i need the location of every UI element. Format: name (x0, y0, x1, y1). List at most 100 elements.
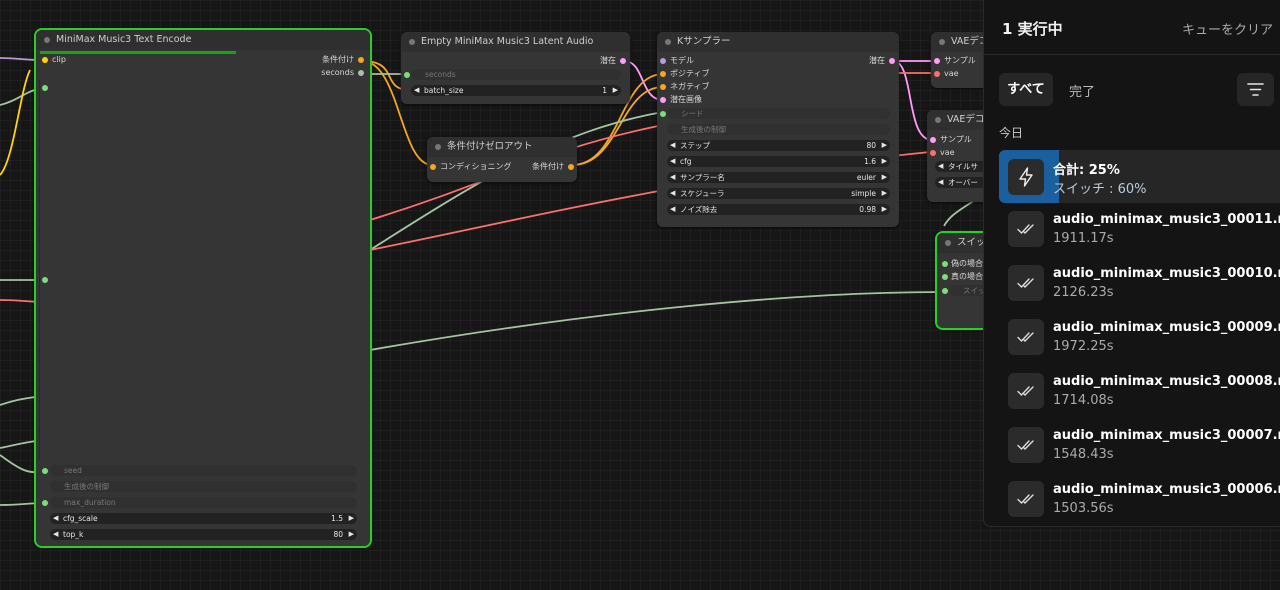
seed-widget[interactable]: seed (50, 465, 357, 476)
on-false-input-pin[interactable] (942, 261, 948, 267)
conditioning-input-pin[interactable] (430, 164, 436, 170)
filter-button[interactable] (1237, 73, 1274, 106)
increment-arrow-icon[interactable]: ▶ (349, 513, 354, 524)
latent-output-pin[interactable] (889, 58, 895, 64)
node-collapse-dot[interactable] (409, 39, 415, 45)
double-check-icon (1008, 319, 1044, 355)
increment-arrow-icon[interactable]: ▶ (882, 204, 887, 215)
bolt-icon (1008, 159, 1044, 195)
conditioning-output-pin[interactable] (568, 164, 574, 170)
increment-arrow-icon[interactable]: ▶ (882, 188, 887, 199)
queue-item[interactable]: audio_minimax_music3_00010.mp3 2126.23s (999, 262, 1280, 306)
queue-item[interactable]: audio_minimax_music3_00011.mp3 1911.17s (999, 208, 1280, 252)
lyrics-input-pin[interactable] (42, 277, 48, 283)
decrement-arrow-icon[interactable]: ◀ (670, 140, 675, 151)
node-title: MiniMax Music3 Text Encode (56, 34, 192, 45)
seconds-input-pin[interactable] (404, 72, 410, 78)
queue-item[interactable]: audio_minimax_music3_00008.mp3 1714.08s (999, 370, 1280, 414)
batch-size-widget[interactable]: ◀ batch_size 1 ▶ (411, 85, 621, 96)
decrement-arrow-icon[interactable]: ◀ (670, 188, 675, 199)
cfg-scale-widget[interactable]: ◀ cfg_scale 1.5 ▶ (50, 513, 357, 524)
node-collapse-dot[interactable] (665, 39, 671, 45)
increment-arrow-icon[interactable]: ▶ (882, 156, 887, 167)
max-duration-widget[interactable]: max_duration (50, 497, 357, 508)
decrement-arrow-icon[interactable]: ◀ (53, 529, 58, 540)
double-check-icon (1008, 481, 1044, 517)
zero-out-header[interactable]: 条件付けゼロアウト (427, 137, 577, 157)
samples-input-pin[interactable] (930, 137, 936, 143)
double-check-icon (1008, 265, 1044, 301)
node-collapse-dot[interactable] (939, 39, 945, 45)
running-job[interactable]: 合計: 25% スイッチ : 60% (999, 150, 1280, 203)
switch-input-pin[interactable] (942, 288, 948, 294)
vae-input-label: vae (944, 69, 959, 78)
increment-arrow-icon[interactable]: ▶ (882, 140, 887, 151)
decrement-arrow-icon[interactable]: ◀ (670, 172, 675, 183)
scheduler-widget[interactable]: ◀ スケジューラ simple ▶ (667, 188, 890, 199)
ksampler-header[interactable]: Kサンプラー (657, 32, 899, 52)
control-after-generate-widget[interactable]: 生成後の制御 (50, 481, 357, 492)
text-area[interactable] (39, 80, 367, 460)
tab-all[interactable]: すべて (999, 73, 1053, 106)
double-check-icon (1008, 373, 1044, 409)
conditioning-output-label: 条件付け (322, 55, 354, 64)
samples-input-pin[interactable] (934, 58, 940, 64)
decrement-arrow-icon[interactable]: ◀ (670, 204, 675, 215)
ksampler-node[interactable]: Kサンプラー モデル 潜在 ポジティブ ネガティブ 潜在画像 シード 生成後の制… (657, 32, 899, 227)
tile-size-label: タイルサ (948, 162, 978, 171)
latent-audio-node[interactable]: Empty MiniMax Music3 Latent Audio 潜在 sec… (401, 32, 630, 104)
cfg-scale-value: 1.5 (331, 514, 343, 523)
node-title: スイッ (957, 237, 986, 248)
denoise-widget[interactable]: ◀ ノイズ除去 0.98 ▶ (667, 204, 890, 215)
vae-input-pin[interactable] (934, 71, 940, 77)
max-duration-input-pin[interactable] (42, 500, 48, 506)
seed-widget[interactable]: シード (667, 108, 890, 119)
clip-input-pin[interactable] (42, 57, 48, 63)
decrement-arrow-icon[interactable]: ◀ (938, 177, 943, 188)
queue-item-filename: audio_minimax_music3_00007.mp3 (1053, 428, 1280, 443)
node-collapse-dot[interactable] (935, 117, 941, 123)
seed-input-pin[interactable] (660, 111, 666, 117)
latent-header[interactable]: Empty MiniMax Music3 Latent Audio (401, 32, 630, 52)
queue-item[interactable]: audio_minimax_music3_00009.mp3 1972.25s (999, 316, 1280, 360)
queue-item-filename: audio_minimax_music3_00009.mp3 (1053, 320, 1280, 335)
control-after-generate-widget[interactable]: 生成後の制御 (667, 124, 890, 135)
cfg-widget[interactable]: ◀ cfg 1.6 ▶ (667, 156, 890, 167)
increment-arrow-icon[interactable]: ▶ (613, 85, 618, 96)
node-collapse-dot[interactable] (945, 240, 951, 246)
decrement-arrow-icon[interactable]: ◀ (670, 156, 675, 167)
queue-item[interactable]: audio_minimax_music3_00007.mp3 1548.43s (999, 424, 1280, 468)
queue-item[interactable]: audio_minimax_music3_00006.mp3 1503.56s (999, 478, 1280, 522)
decrement-arrow-icon[interactable]: ◀ (414, 85, 419, 96)
on-false-label: 偽の場合 (951, 259, 983, 268)
queue-item-filename: audio_minimax_music3_00008.mp3 (1053, 374, 1280, 389)
clear-queue-button[interactable]: キューをクリア (1182, 19, 1273, 38)
conditioning-output-pin[interactable] (358, 57, 364, 63)
latent-output-pin[interactable] (620, 58, 626, 64)
tab-completed[interactable]: 完了 (1069, 81, 1095, 100)
latent-image-input-pin[interactable] (660, 97, 666, 103)
negative-input-pin[interactable] (660, 84, 666, 90)
batch-size-value: 1 (602, 86, 607, 95)
model-input-label: モデル (670, 56, 694, 65)
decrement-arrow-icon[interactable]: ◀ (53, 513, 58, 524)
steps-widget[interactable]: ◀ ステップ 80 ▶ (667, 140, 890, 151)
increment-arrow-icon[interactable]: ▶ (882, 172, 887, 183)
model-input-pin[interactable] (660, 58, 666, 64)
vae-input-pin[interactable] (930, 150, 936, 156)
top-k-widget[interactable]: ◀ top_k 80 ▶ (50, 529, 357, 540)
conditioning-zero-out-node[interactable]: 条件付けゼロアウト コンディショニング 条件付け (427, 137, 577, 182)
seconds-widget[interactable]: seconds (411, 69, 621, 80)
seconds-output-pin[interactable] (358, 70, 364, 76)
text-encode-header[interactable]: MiniMax Music3 Text Encode (36, 30, 370, 50)
positive-input-pin[interactable] (660, 71, 666, 77)
decrement-arrow-icon[interactable]: ◀ (938, 161, 943, 172)
scheduler-value: simple (851, 189, 876, 198)
seed-input-pin[interactable] (42, 468, 48, 474)
node-collapse-dot[interactable] (44, 37, 50, 43)
increment-arrow-icon[interactable]: ▶ (349, 529, 354, 540)
on-true-input-pin[interactable] (942, 274, 948, 280)
sampler-name-widget[interactable]: ◀ サンプラー名 euler ▶ (667, 172, 890, 183)
text-encode-node[interactable]: MiniMax Music3 Text Encode clip 条件付け sec… (34, 28, 372, 548)
node-collapse-dot[interactable] (435, 144, 441, 150)
